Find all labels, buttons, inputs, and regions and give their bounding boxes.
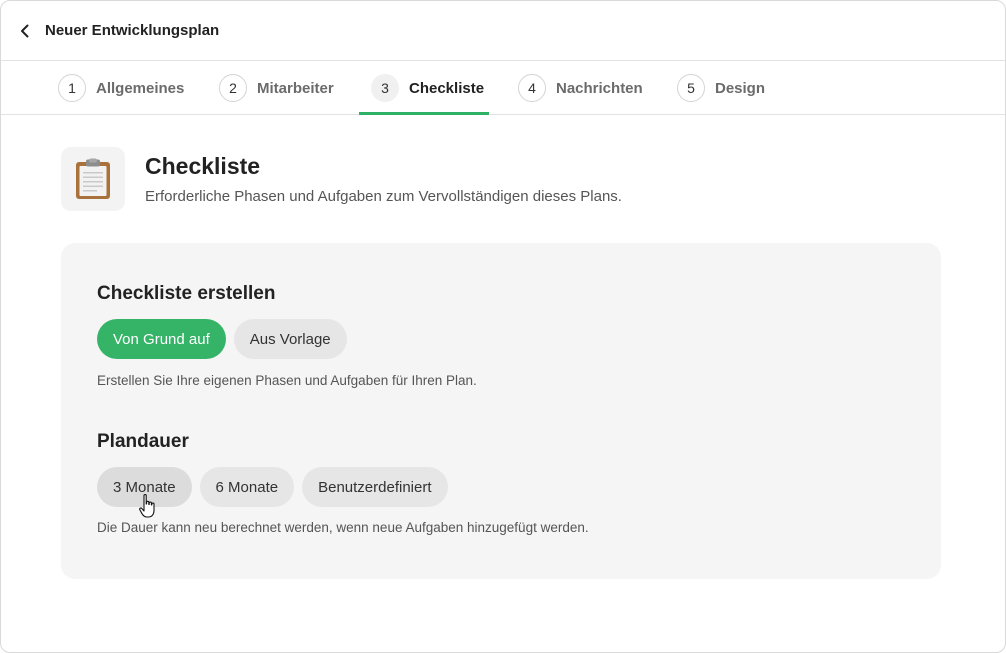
header-title: Neuer Entwicklungsplan <box>45 22 220 39</box>
tab-number: 3 <box>371 74 399 102</box>
option-benutzerdefiniert[interactable]: Benutzerdefiniert <box>302 467 448 507</box>
header: Neuer Entwicklungsplan <box>1 1 1005 61</box>
option-6-monate[interactable]: 6 Monate <box>199 467 295 507</box>
tab-number: 2 <box>219 74 247 102</box>
duration-hint: Die Dauer kann neu berechnet werden, wen… <box>97 520 589 535</box>
tab-label: Nachrichten <box>556 79 643 97</box>
duration-title: Plandauer <box>97 431 189 452</box>
option-aus-vorlage[interactable]: Aus Vorlage <box>233 319 347 359</box>
settings-card: Checkliste erstellen Von Grund auf Aus V… <box>61 243 941 579</box>
create-checklist-title: Checkliste erstellen <box>97 283 276 304</box>
tab-mitarbeiter[interactable]: 2 Mitarbeiter <box>219 61 334 115</box>
app-window: Neuer Entwicklungsplan 1 Allgemeines 2 M… <box>0 0 1006 653</box>
page-subtitle: Erforderliche Phasen und Aufgaben zum Ve… <box>145 188 622 205</box>
tab-design[interactable]: 5 Design <box>677 61 765 115</box>
option-3-monate[interactable]: 3 Monate <box>97 467 192 507</box>
tab-label: Allgemeines <box>96 79 185 97</box>
create-hint: Erstellen Sie Ihre eigenen Phasen und Au… <box>97 373 477 388</box>
page-title: Checkliste <box>145 153 261 179</box>
tab-number: 5 <box>677 74 705 102</box>
tab-label: Design <box>715 79 766 97</box>
tab-label: Mitarbeiter <box>257 79 334 97</box>
active-tab-indicator <box>359 112 489 115</box>
tab-allgemeines[interactable]: 1 Allgemeines <box>58 61 184 115</box>
tab-label: Checkliste <box>409 79 485 97</box>
duration-options: 3 Monate 6 Monate Benutzerdefiniert <box>97 467 448 507</box>
option-von-grund-auf[interactable]: Von Grund auf <box>97 319 226 359</box>
step-tabs: 1 Allgemeines 2 Mitarbeiter 3 Checkliste… <box>1 61 1005 115</box>
tab-checkliste[interactable]: 3 Checkliste <box>371 61 484 115</box>
chevron-left-icon <box>21 24 29 38</box>
tab-number: 4 <box>518 74 546 102</box>
back-button[interactable] <box>15 21 35 41</box>
page-icon-tile <box>61 147 125 211</box>
create-options: Von Grund auf Aus Vorlage <box>97 319 347 359</box>
tab-nachrichten[interactable]: 4 Nachrichten <box>518 61 643 115</box>
tab-number: 1 <box>58 74 86 102</box>
clipboard-icon <box>76 158 110 199</box>
